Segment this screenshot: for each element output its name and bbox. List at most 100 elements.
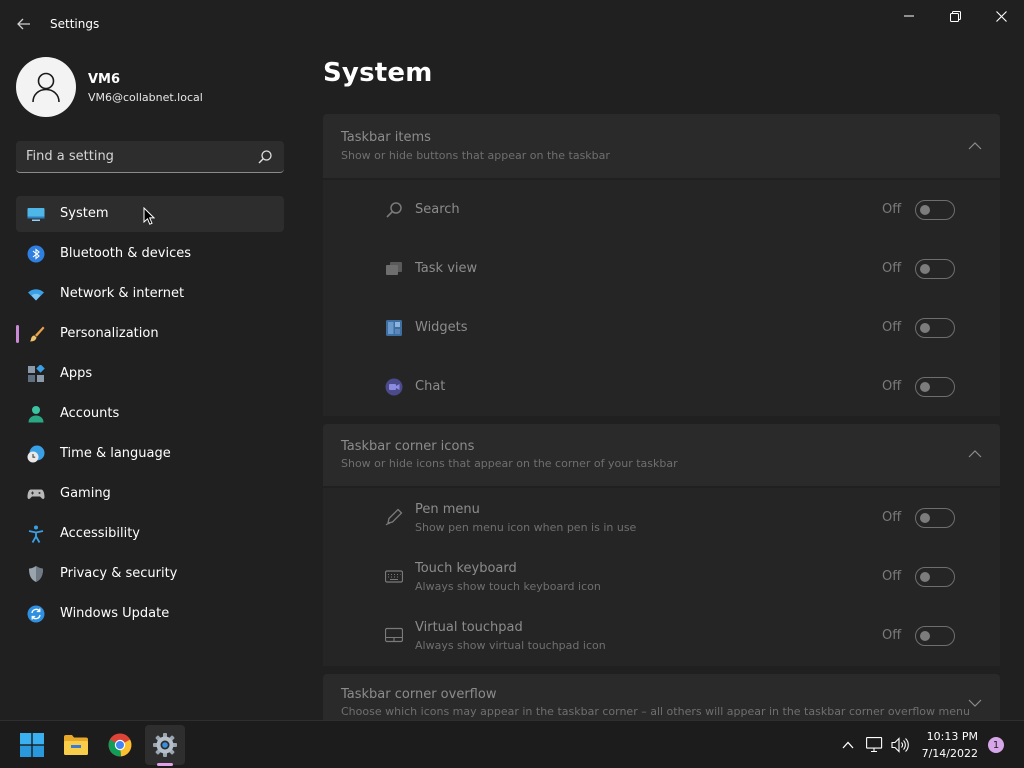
toggle-knob — [920, 382, 930, 392]
person-icon — [28, 406, 44, 423]
toggle-state: Off — [882, 628, 902, 643]
search-toggle[interactable] — [915, 200, 955, 220]
setting-label: Chat — [415, 379, 446, 394]
setting-label: Virtual touchpad — [415, 620, 523, 635]
toggle-knob — [920, 264, 930, 274]
group-title: Taskbar corner icons — [341, 439, 475, 454]
setting-row-pen-menu: Pen menu Show pen menu icon when pen is … — [323, 488, 1000, 546]
chrome-button[interactable] — [100, 725, 140, 765]
back-button[interactable] — [10, 10, 38, 38]
setting-row-task-view: Task view Off — [323, 239, 1000, 297]
bluetooth-icon — [27, 245, 45, 263]
title-bar: Settings — [0, 0, 1024, 48]
apps-icon — [28, 365, 45, 382]
sidebar-item-label: Network & internet — [60, 286, 185, 301]
clock-date[interactable]: 7/14/2022 — [912, 747, 978, 760]
taskbar-items-header[interactable]: Taskbar items Show or hide buttons that … — [323, 114, 1000, 178]
toggle-state: Off — [882, 510, 902, 525]
toggle-knob — [920, 205, 930, 215]
task-view-icon — [386, 262, 402, 275]
sidebar-item-accessibility[interactable]: Accessibility — [16, 516, 284, 552]
file-explorer-button[interactable] — [56, 725, 96, 765]
search-icon — [386, 202, 402, 218]
chevron-up-icon — [842, 741, 854, 749]
touch-keyboard-toggle[interactable] — [915, 567, 955, 587]
sidebar-item-personalization[interactable]: Personalization — [16, 316, 284, 352]
sidebar-item-gaming[interactable]: Gaming — [16, 476, 284, 512]
start-button[interactable] — [12, 725, 52, 765]
chevron-up-icon[interactable] — [968, 450, 982, 458]
setting-label: Touch keyboard — [415, 561, 517, 576]
setting-description: Always show virtual touchpad icon — [415, 639, 606, 652]
sidebar-item-privacy-security[interactable]: Privacy & security — [16, 556, 284, 592]
task-view-toggle[interactable] — [915, 259, 955, 279]
sidebar-item-network[interactable]: Network & internet — [16, 276, 284, 312]
setting-row-search: Search Off — [323, 180, 1000, 238]
search-box[interactable] — [16, 141, 284, 173]
toggle-knob — [920, 513, 930, 523]
sidebar-item-label: Accessibility — [60, 526, 140, 541]
setting-label: Search — [415, 202, 460, 217]
minimize-button[interactable] — [886, 0, 932, 32]
brush-icon — [30, 326, 45, 342]
corner-icons-header[interactable]: Taskbar corner icons Show or hide icons … — [323, 424, 1000, 486]
settings-taskbar-button[interactable] — [145, 725, 185, 765]
clock-time[interactable]: 10:13 PM — [920, 730, 978, 743]
chevron-up-icon[interactable] — [968, 142, 982, 150]
taskbar-items-list: Search Off Task view Off Widgets Off Cha… — [323, 180, 1000, 416]
corner-icons-list: Pen menu Show pen menu icon when pen is … — [323, 488, 1000, 666]
sidebar-item-label: Bluetooth & devices — [60, 246, 191, 261]
group-title: Taskbar items — [341, 130, 431, 145]
sidebar-item-bluetooth[interactable]: Bluetooth & devices — [16, 236, 284, 272]
chat-toggle[interactable] — [915, 377, 955, 397]
pen-menu-toggle[interactable] — [915, 508, 955, 528]
setting-row-chat: Chat Off — [323, 357, 1000, 415]
accessibility-icon — [28, 525, 44, 543]
corner-overflow-header[interactable]: Taskbar corner overflow Choose which ico… — [323, 674, 1000, 720]
chat-icon — [385, 378, 403, 396]
shield-icon — [29, 566, 43, 582]
minimize-icon — [904, 15, 914, 17]
clock-globe-icon — [27, 445, 45, 463]
close-button[interactable] — [978, 0, 1024, 32]
back-arrow-icon — [17, 18, 30, 30]
setting-label: Task view — [415, 261, 478, 276]
active-app-indicator — [157, 763, 173, 766]
toggle-state: Off — [882, 202, 902, 217]
setting-row-touch-keyboard: Touch keyboard Always show touch keyboar… — [323, 547, 1000, 605]
setting-row-widgets: Widgets Off — [323, 298, 1000, 356]
toggle-state: Off — [882, 569, 902, 584]
volume-tray-button[interactable] — [890, 735, 910, 755]
search-input[interactable] — [26, 141, 246, 172]
network-tray-button[interactable] — [865, 735, 885, 755]
update-icon — [27, 605, 45, 623]
wifi-icon — [28, 289, 44, 301]
sidebar-item-windows-update[interactable]: Windows Update — [16, 596, 284, 632]
toggle-knob — [920, 572, 930, 582]
restore-icon — [949, 10, 961, 22]
person-avatar-icon — [32, 72, 60, 103]
sidebar-item-label: Windows Update — [60, 606, 170, 621]
restore-button[interactable] — [932, 0, 978, 32]
show-hidden-icons-button[interactable] — [838, 735, 858, 755]
avatar[interactable] — [16, 57, 76, 117]
setting-description: Show pen menu icon when pen is in use — [415, 521, 637, 534]
setting-label: Widgets — [415, 320, 468, 335]
search-icon[interactable] — [257, 149, 273, 165]
chevron-down-icon[interactable] — [968, 699, 982, 707]
nav-focus-indicator — [16, 325, 19, 343]
touchpad-icon — [385, 627, 403, 643]
group-subtitle: Show or hide buttons that appear on the … — [341, 149, 610, 162]
widgets-toggle[interactable] — [915, 318, 955, 338]
close-icon — [995, 10, 1007, 22]
sidebar-item-accounts[interactable]: Accounts — [16, 396, 284, 432]
sidebar-item-label: Apps — [60, 366, 93, 381]
chrome-icon — [108, 733, 132, 757]
group-subtitle: Show or hide icons that appear on the co… — [341, 457, 678, 470]
notification-badge[interactable]: 1 — [988, 737, 1004, 753]
sidebar-item-time-language[interactable]: Time & language — [16, 436, 284, 472]
virtual-touchpad-toggle[interactable] — [915, 626, 955, 646]
sidebar-item-apps[interactable]: Apps — [16, 356, 284, 392]
sidebar-item-label: Gaming — [60, 486, 111, 501]
sidebar-item-label: Time & language — [60, 446, 171, 461]
